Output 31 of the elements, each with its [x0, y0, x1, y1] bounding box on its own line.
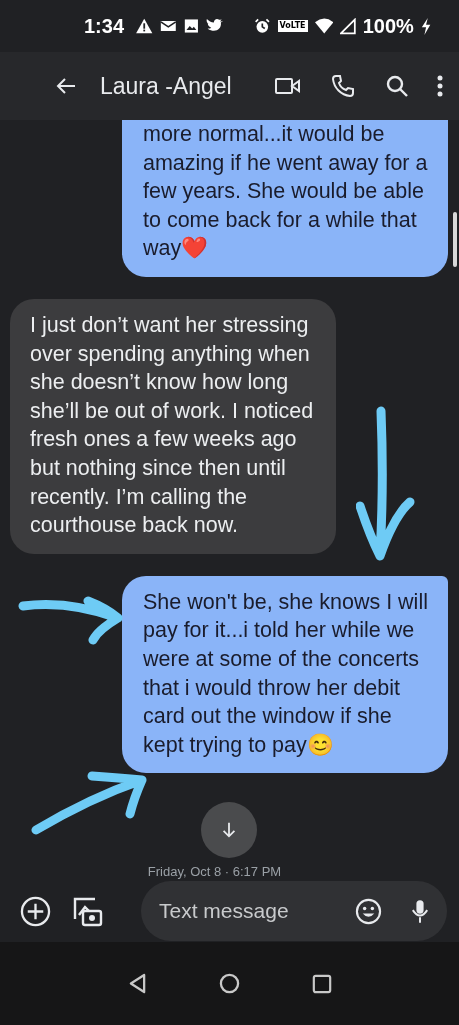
mail-icon	[160, 19, 178, 33]
signal-icon	[340, 17, 356, 35]
sent-message[interactable]: more normal...it would be amazing if he went away for a few years. She would be able to come back for a while that way❤	[122, 120, 448, 277]
clock-time: 1:34	[84, 14, 125, 38]
emoji-icon[interactable]	[355, 898, 382, 925]
add-icon[interactable]	[20, 895, 51, 927]
phone-icon[interactable]	[331, 74, 355, 98]
battery-percentage: 100%	[362, 14, 414, 38]
sent-message[interactable]: She won't be, she knows I will pay for it...i told her while we were at some of the concerts that i would throw her debit card out the window if she kept trying to pay😊	[122, 575, 448, 774]
home-icon[interactable]	[218, 973, 240, 994]
image-icon	[184, 18, 199, 34]
back-icon[interactable]	[127, 973, 147, 994]
network-badge: VoLTE	[277, 20, 308, 32]
search-icon[interactable]	[385, 74, 409, 98]
microphone-icon[interactable]	[411, 898, 429, 924]
date-divider: Friday, Oct 8 · 6:17 PM	[147, 864, 282, 880]
scroll-down-button[interactable]	[201, 802, 257, 858]
charging-icon	[420, 16, 431, 36]
video-call-icon[interactable]	[275, 76, 301, 96]
alarm-icon	[254, 17, 271, 35]
scrollbar	[453, 212, 457, 267]
contact-name: Laura -Angel	[100, 72, 232, 100]
message-field[interactable]: Text message	[141, 881, 447, 941]
gallery-camera-icon[interactable]	[71, 895, 103, 927]
recents-icon[interactable]	[311, 973, 332, 994]
wifi-icon	[314, 18, 333, 34]
received-message[interactable]: I just don’t want her stressing over spending anything when she doesn’t know how long she’ll be out of work. I noticed fresh ones a few weeks ago but nothing since then until recently. I’m calling the courthouse back now.	[10, 298, 336, 554]
bird-icon	[205, 18, 224, 34]
more-options-icon[interactable]	[437, 74, 443, 98]
warning-icon	[135, 17, 154, 35]
down-arrow-icon	[220, 821, 238, 839]
